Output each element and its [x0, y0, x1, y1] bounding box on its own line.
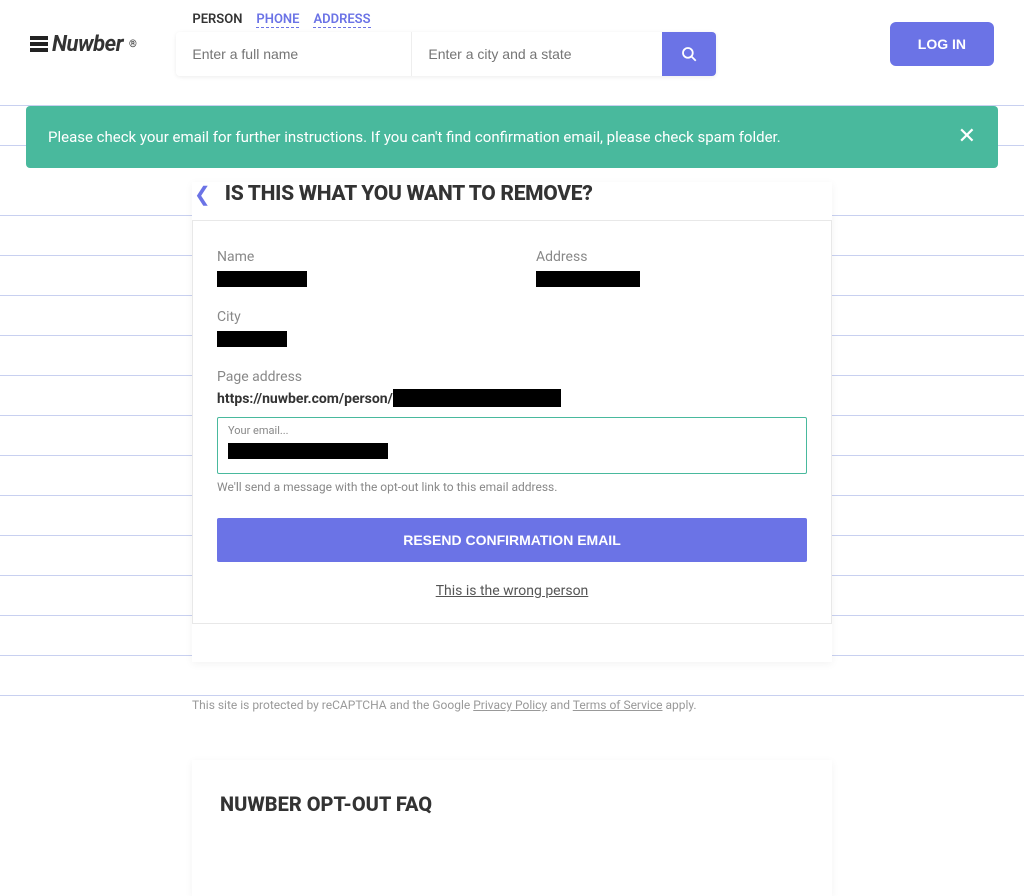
label-city: City — [217, 309, 807, 325]
search-button[interactable] — [662, 32, 716, 76]
search-icon — [680, 45, 698, 63]
remove-title: IS THIS WHAT YOU WANT TO REMOVE? — [225, 182, 593, 206]
label-address: Address — [536, 249, 807, 265]
wrong-person-link[interactable]: This is the wrong person — [436, 583, 589, 599]
field-name: Name — [217, 249, 488, 291]
email-input-box[interactable]: Your email... — [217, 417, 807, 474]
info-box: Name Address City Page address https://n… — [192, 220, 832, 624]
redacted-name — [217, 271, 307, 287]
email-placeholder-label: Your email... — [228, 424, 796, 437]
redacted-address — [536, 271, 640, 287]
label-page: Page address — [217, 369, 807, 385]
tab-person[interactable]: PERSON — [192, 12, 242, 28]
faq-card: NUWBER OPT-OUT FAQ — [192, 760, 832, 896]
name-input[interactable] — [176, 32, 412, 76]
wrong-person-wrap: This is the wrong person — [217, 580, 807, 599]
search-tabs: PERSON PHONE ADDRESS — [176, 12, 716, 32]
search-row — [176, 32, 716, 76]
tab-address[interactable]: ADDRESS — [313, 12, 370, 28]
recaptcha-note: This site is protected by reCAPTCHA and … — [192, 692, 832, 736]
page-url-row: https://nuwber.com/person/ — [217, 391, 807, 407]
toast-message: Please check your email for further inst… — [48, 128, 781, 146]
page-url-prefix: https://nuwber.com/person/ — [217, 391, 393, 407]
toast-banner: Please check your email for further inst… — [26, 106, 998, 168]
redacted-page-suffix — [393, 389, 561, 407]
back-arrow-icon[interactable]: ❮ — [194, 182, 211, 206]
logo-text: Nuwber — [52, 32, 123, 57]
toast-close-icon[interactable]: ✕ — [958, 126, 976, 148]
faq-title: NUWBER OPT-OUT FAQ — [220, 792, 804, 816]
remove-head: ❮ IS THIS WHAT YOU WANT TO REMOVE? — [192, 182, 832, 220]
label-name: Name — [217, 249, 488, 265]
tab-phone[interactable]: PHONE — [256, 12, 299, 28]
search-wrap: PERSON PHONE ADDRESS — [176, 12, 716, 76]
field-page-address: Page address https://nuwber.com/person/ — [217, 369, 807, 407]
header-bar: Nuwber ® PERSON PHONE ADDRESS LOG IN — [0, 0, 1024, 88]
login-button[interactable]: LOG IN — [890, 22, 994, 66]
field-city: City — [217, 309, 807, 351]
remove-card: ❮ IS THIS WHAT YOU WANT TO REMOVE? Name … — [192, 182, 832, 662]
logo[interactable]: Nuwber ® — [30, 32, 136, 57]
logo-registered: ® — [129, 39, 136, 50]
redacted-city — [217, 331, 287, 347]
city-input[interactable] — [412, 32, 662, 76]
field-address: Address — [536, 249, 807, 291]
email-hint: We'll send a message with the opt-out li… — [217, 480, 807, 494]
redacted-email — [228, 443, 388, 459]
resend-button[interactable]: RESEND CONFIRMATION EMAIL — [217, 518, 807, 562]
logo-mark-icon — [30, 36, 48, 52]
